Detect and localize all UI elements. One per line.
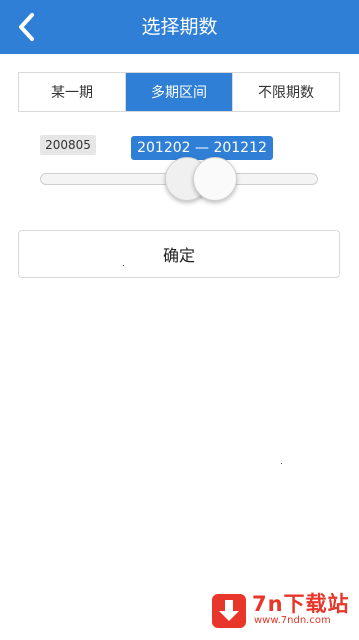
watermark-title: 7n下载站: [252, 592, 350, 616]
page-title: 选择期数: [141, 16, 218, 38]
tab-single-period[interactable]: 某一期: [19, 73, 125, 111]
tab-unlimited-periods[interactable]: 不限期数: [232, 73, 339, 111]
confirm-button[interactable]: 确定: [18, 230, 340, 278]
download-arrow-icon: [212, 594, 246, 628]
range-min-label: 200805: [40, 135, 96, 155]
period-mode-tabs: 某一期 多期区间 不限期数: [18, 72, 340, 112]
tab-multi-period-range[interactable]: 多期区间: [125, 73, 232, 111]
selected-range-label: 201202 — 201212: [131, 136, 273, 160]
app-header: 选择期数: [0, 0, 359, 54]
stray-dot: [123, 265, 124, 266]
site-watermark: 7n下载站 www.7ndn.com: [206, 584, 356, 636]
stray-dot: [281, 463, 282, 464]
watermark-url: www.7ndn.com: [254, 615, 331, 626]
range-end-handle[interactable]: [193, 157, 237, 201]
